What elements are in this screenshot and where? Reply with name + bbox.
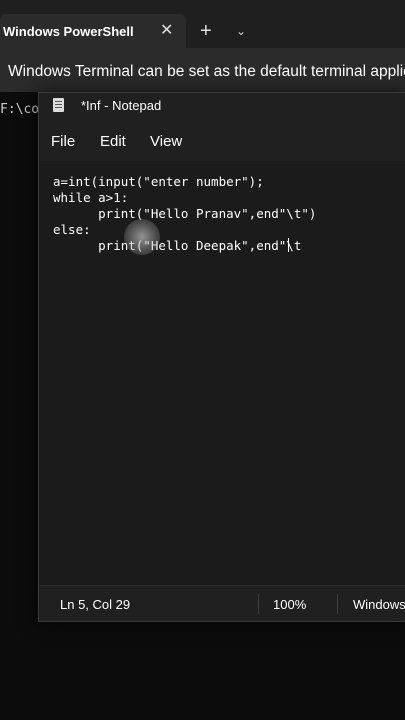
menu-edit[interactable]: Edit bbox=[100, 133, 126, 150]
code-line-1: a=int(input("enter number"); bbox=[53, 174, 264, 189]
chevron-down-icon[interactable]: ⌄ bbox=[236, 24, 246, 38]
notepad-window: *Inf - Notepad File Edit View a=int(inpu… bbox=[38, 92, 405, 622]
cursor-position: Ln 5, Col 29 bbox=[60, 597, 131, 612]
touch-indicator bbox=[124, 219, 160, 255]
code-line-2: while a>1: bbox=[53, 190, 129, 205]
menu-file[interactable]: File bbox=[51, 133, 75, 150]
close-icon[interactable]: ✕ bbox=[160, 20, 173, 40]
code-line-4: else: bbox=[53, 222, 91, 237]
menu-view[interactable]: View bbox=[150, 133, 182, 150]
window-title: *Inf - Notepad bbox=[81, 98, 162, 113]
terminal-tab-bar: Windows PowerShell ✕ + ⌄ bbox=[0, 0, 405, 48]
code-line-3: print("Hello Pranav",end"\t") bbox=[53, 206, 317, 221]
status-bar: Ln 5, Col 29 100% Windows (CRLF) bbox=[39, 585, 405, 621]
tab-windows-powershell[interactable]: Windows PowerShell ✕ bbox=[0, 14, 186, 48]
infobar-message: Windows Terminal can be set as the defau… bbox=[8, 63, 405, 80]
plus-icon[interactable]: + bbox=[200, 20, 212, 42]
code-line-5: print("Hello Deepak",end"\t bbox=[53, 238, 302, 253]
tab-title: Windows PowerShell bbox=[3, 24, 134, 39]
default-terminal-infobar: Windows Terminal can be set as the defau… bbox=[0, 48, 405, 92]
text-caret bbox=[288, 238, 289, 252]
notepad-icon bbox=[53, 98, 64, 112]
text-editor[interactable]: a=int(input("enter number"); while a>1: … bbox=[39, 161, 405, 585]
zoom-level: 100% bbox=[273, 597, 307, 612]
status-divider bbox=[337, 594, 338, 614]
line-ending: Windows (CRLF) bbox=[353, 597, 405, 612]
notepad-titlebar[interactable]: *Inf - Notepad bbox=[39, 93, 405, 119]
status-divider bbox=[258, 594, 259, 614]
menu-bar: File Edit View bbox=[39, 123, 405, 161]
